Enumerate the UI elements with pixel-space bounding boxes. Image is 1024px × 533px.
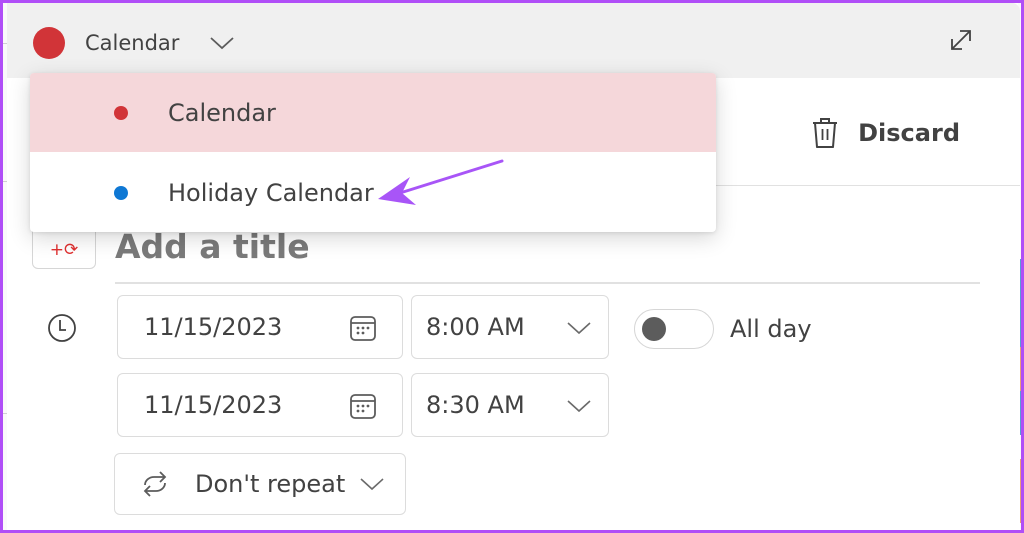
calendar-color-dot [114,105,128,120]
chevron-down-icon [567,400,591,413]
start-time-value: 8:00 AM [426,313,525,341]
emoji-plus-icon: +⟳ [49,240,79,260]
calendar-option-holiday-calendar[interactable]: Holiday Calendar [30,153,716,232]
all-day-label: All day [730,315,812,343]
repeat-icon [143,471,167,497]
all-day-toggle[interactable] [634,309,714,349]
end-date-value: 11/15/2023 [144,391,283,419]
toggle-knob [642,317,666,341]
calendar-color-dot [114,185,128,200]
event-header: Calendar [7,3,1020,78]
expand-icon[interactable] [946,25,976,55]
chevron-down-icon [210,37,235,50]
start-date-value: 11/15/2023 [144,313,283,341]
end-date-field[interactable]: 11/15/2023 [117,373,403,437]
end-time-value: 8:30 AM [426,391,525,419]
chevron-down-icon [360,478,384,491]
repeat-dropdown[interactable]: Don't repeat [114,453,406,515]
calendar-icon[interactable] [348,313,378,343]
start-date-field[interactable]: 11/15/2023 [117,295,403,359]
calendar-selector[interactable]: Calendar [33,27,235,59]
calendar-option-label: Calendar [168,98,276,127]
calendar-option-label: Holiday Calendar [168,178,374,207]
title-underline [115,282,980,284]
calendar-icon[interactable] [348,391,378,421]
calendar-selector-label: Calendar [85,31,180,55]
start-time-field[interactable]: 8:00 AM [411,295,609,359]
end-time-field[interactable]: 8:30 AM [411,373,609,437]
repeat-value: Don't repeat [195,470,346,498]
calendar-color-dot [33,27,65,59]
discard-label: Discard [858,119,960,147]
trash-icon [813,118,838,148]
clock-icon [48,314,76,342]
chevron-down-icon [567,322,591,335]
calendar-dropdown-menu: Calendar Holiday Calendar [30,73,716,232]
discard-button[interactable]: Discard [810,116,960,150]
calendar-option-calendar[interactable]: Calendar [30,73,716,152]
